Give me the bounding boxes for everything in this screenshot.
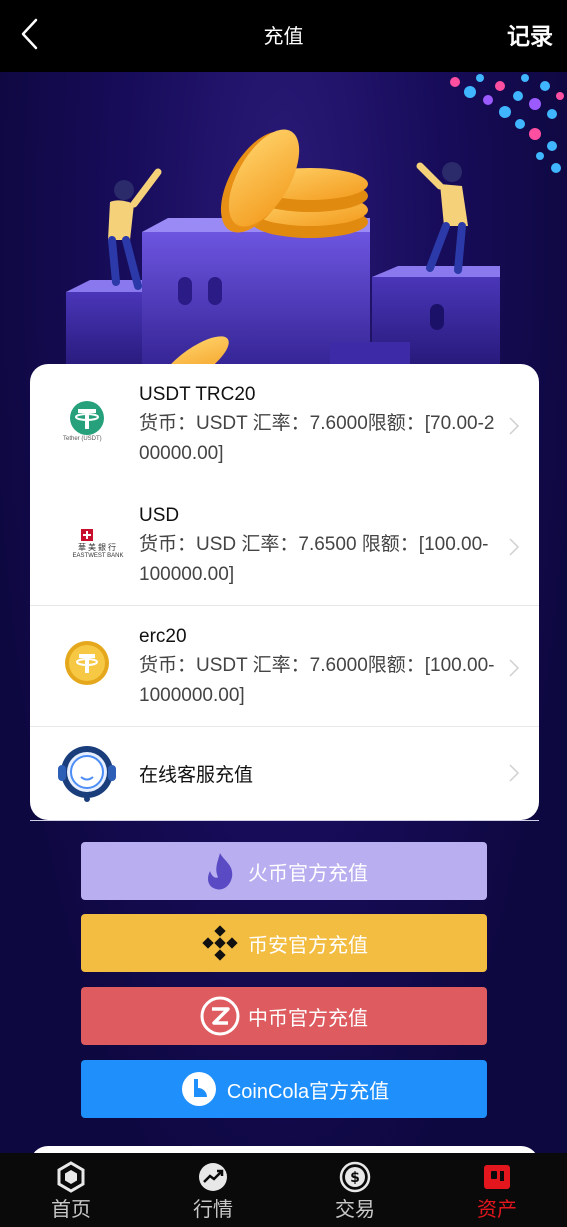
channel-desc: 货币：USDT 汇率：7.6000限额：[100.00-1000000.00] — [139, 655, 495, 706]
coincola-recharge-button[interactable]: CoinCola官方充值 — [81, 1060, 487, 1118]
coincola-recharge-label: CoinCola官方充值 — [226, 1080, 390, 1103]
tab-label: 交易 — [335, 1199, 375, 1221]
gold-coin-icon — [52, 631, 122, 701]
page-title: 充值 — [263, 26, 304, 48]
coincola-icon — [179, 1069, 219, 1109]
channel-desc: 货币：USDT 汇率：7.6000限额：[70.00-200000.00] — [139, 413, 495, 464]
headset-icon — [52, 737, 122, 807]
channel-name: USDT TRC20 — [139, 384, 256, 405]
separator-line — [30, 820, 539, 821]
bank-caption: EASTWEST BANK — [72, 553, 124, 559]
tab-assets[interactable]: 资产 — [426, 1153, 567, 1227]
binance-recharge-label: 币安官方充值 — [248, 934, 368, 957]
zb-recharge-label: 中币官方充值 — [248, 1007, 368, 1030]
huobi-recharge-button[interactable]: 火币官方充值 — [81, 842, 487, 900]
online-service-row[interactable]: 在线客服充值 — [30, 727, 539, 820]
online-service-label: 在线客服充值 — [139, 765, 254, 786]
chevron-right-icon — [509, 538, 520, 556]
channel-desc: 货币：USD 汇率：7.6500 限额：[100.00-100000.00] — [139, 534, 489, 585]
tab-trade[interactable]: $ 交易 — [284, 1153, 426, 1227]
channel-row-erc20[interactable]: erc20 货币：USDT 汇率：7.6000限额：[100.00-100000… — [30, 606, 539, 726]
record-link[interactable]: 记录 — [507, 17, 553, 51]
hero-illustration — [66, 74, 564, 372]
tab-market[interactable]: 行情 — [142, 1153, 284, 1227]
sparkle-dots — [450, 74, 564, 173]
dollar-icon: $ — [339, 1161, 371, 1193]
channel-row-usdt-trc20[interactable]: Tether (USDT) USDT TRC20 货币：USDT 汇率：7.60… — [30, 364, 539, 485]
top-bar: 充值 记录 — [0, 0, 567, 72]
chevron-right-icon — [509, 659, 520, 677]
flame-icon — [200, 851, 240, 891]
tab-label: 行情 — [193, 1199, 233, 1221]
bottom-tab-bar: 首页 行情 $ 交易 资产 — [0, 1153, 567, 1227]
home-icon — [57, 1161, 85, 1193]
zb-recharge-button[interactable]: 中币官方充值 — [81, 987, 487, 1045]
binance-recharge-button[interactable]: 币安官方充值 — [81, 914, 487, 972]
zb-icon — [200, 996, 240, 1036]
tether-icon — [52, 388, 122, 458]
svg-text:$: $ — [350, 1170, 360, 1186]
tab-label: 首页 — [51, 1199, 91, 1221]
person-right — [416, 162, 468, 274]
recharge-screen: 充值 记录 Tether (USDT) USDT TRC20 货币：USDT 汇… — [0, 0, 567, 1227]
channel-name: USD — [139, 505, 180, 526]
wallet-icon — [484, 1165, 510, 1189]
tab-home[interactable]: 首页 — [0, 1153, 142, 1227]
channel-card: Tether (USDT) USDT TRC20 货币：USDT 汇率：7.60… — [30, 364, 539, 820]
huobi-recharge-label: 火币官方充值 — [248, 862, 368, 885]
chevron-right-icon — [509, 417, 520, 435]
binance-icon — [200, 923, 240, 963]
tab-label: 资产 — [477, 1199, 517, 1221]
tether-caption: Tether (USDT) — [63, 436, 102, 442]
channel-row-usd[interactable]: 華美銀行 EASTWEST BANK USD 货币：USD 汇率：7.6500 … — [30, 485, 539, 605]
channel-name: erc20 — [139, 626, 187, 647]
chevron-right-icon — [509, 764, 520, 782]
trend-icon — [199, 1163, 227, 1191]
bank-caption-cn: 華美銀行 — [78, 543, 118, 552]
